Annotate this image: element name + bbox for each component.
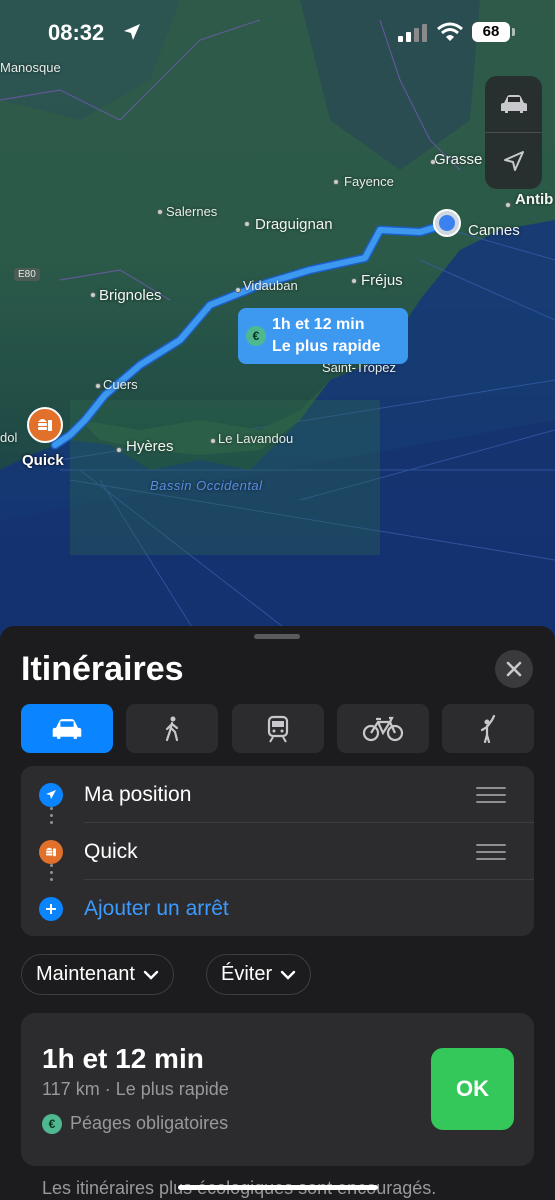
- place-dot: [235, 287, 241, 293]
- place-label: Antib: [515, 191, 554, 208]
- stop-label: Ma position: [84, 783, 192, 806]
- place-dot: [333, 179, 339, 185]
- plus-icon: [39, 897, 63, 921]
- place-label: Cuers: [103, 377, 138, 392]
- mode-walk-button[interactable]: [126, 704, 218, 753]
- mode-car-button[interactable]: [21, 704, 113, 753]
- car-icon: [500, 95, 527, 113]
- cellular-signal-icon: [398, 24, 427, 42]
- location-arrow-icon: [39, 783, 63, 807]
- place-label: Salernes: [166, 204, 218, 219]
- route-callout-duration: 1h et 12 min: [272, 316, 365, 333]
- directions-sheet: Itinéraires Ma position Quick Ajouter un…: [0, 626, 555, 1200]
- locate-me-button[interactable]: [485, 133, 542, 189]
- place-label: dol: [0, 430, 18, 445]
- departure-time-dropdown[interactable]: Maintenant: [21, 954, 174, 995]
- toll-euro-icon: €: [246, 326, 266, 346]
- car-icon: [52, 718, 82, 739]
- route-details: 117 km · Le plus rapide: [42, 1079, 229, 1099]
- avoid-label: Éviter: [221, 963, 273, 985]
- place-dot: [116, 447, 122, 453]
- add-stop-button[interactable]: Ajouter un arrêt: [21, 880, 534, 937]
- restaurant-pin-icon[interactable]: [27, 407, 63, 443]
- destination-label: Quick: [22, 452, 64, 469]
- place-label: Fréjus: [361, 272, 403, 289]
- drive-view-button[interactable]: [485, 76, 542, 132]
- place-label: Hyères: [126, 438, 174, 455]
- route-callout[interactable]: € 1h et 12 min Le plus rapide: [238, 308, 408, 364]
- place-dot: [505, 202, 511, 208]
- mode-transit-button[interactable]: [232, 704, 324, 753]
- map-view[interactable]: Manosque Grasse Fayence Salernes Draguig…: [0, 0, 555, 640]
- toll-euro-icon: €: [42, 1113, 62, 1134]
- place-dot: [95, 383, 101, 389]
- status-bar: 08:32 68: [0, 0, 555, 64]
- status-time: 08:32: [48, 20, 105, 45]
- route-duration: 1h et 12 min: [42, 1043, 204, 1074]
- reorder-handle-icon[interactable]: [476, 787, 506, 808]
- toll-label: Péages obligatoires: [70, 1113, 229, 1133]
- place-label: Cannes: [468, 222, 520, 239]
- restaurant-icon: [39, 840, 63, 864]
- place-dot: [351, 278, 357, 284]
- chevron-down-icon: [143, 970, 159, 980]
- sea-label: Bassin Occidental: [150, 478, 263, 493]
- mode-bike-button[interactable]: [337, 704, 429, 753]
- route-stops-list: Ma position Quick Ajouter un arrêt: [21, 766, 534, 936]
- mode-rideshare-button[interactable]: [442, 704, 534, 753]
- place-dot: [244, 221, 250, 227]
- route-option-card[interactable]: 1h et 12 min 117 km · Le plus rapide € P…: [21, 1013, 534, 1166]
- close-icon: [506, 661, 522, 677]
- place-label: Le Lavandou: [218, 431, 294, 446]
- chevron-down-icon: [280, 970, 296, 980]
- place-label: Vidauban: [243, 278, 298, 293]
- home-indicator[interactable]: [178, 1185, 378, 1190]
- location-services-icon: [124, 24, 140, 40]
- go-button[interactable]: OK: [431, 1048, 514, 1130]
- add-stop-label: Ajouter un arrêt: [84, 897, 229, 920]
- place-dot: [430, 159, 436, 165]
- stop-row-origin[interactable]: Ma position: [21, 766, 534, 823]
- walk-icon: [165, 716, 179, 741]
- rideshare-icon: [480, 714, 496, 743]
- close-button[interactable]: [495, 650, 533, 688]
- bike-icon: [362, 716, 404, 741]
- place-dot: [157, 209, 163, 215]
- stop-label: Quick: [84, 840, 138, 863]
- map-controls: [485, 76, 542, 189]
- stop-row-destination[interactable]: Quick: [21, 823, 534, 880]
- origin-marker[interactable]: [433, 209, 461, 237]
- route-callout-tag: Le plus rapide: [272, 338, 381, 355]
- battery-indicator: 68: [472, 22, 510, 42]
- sheet-title: Itinéraires: [21, 650, 184, 688]
- reorder-handle-icon[interactable]: [476, 844, 506, 865]
- battery-tip: [512, 28, 515, 36]
- place-dot: [90, 292, 96, 298]
- place-dot: [210, 438, 216, 444]
- departure-time-label: Maintenant: [36, 963, 135, 985]
- road-badge: E80: [14, 268, 40, 281]
- avoid-dropdown[interactable]: Éviter: [206, 954, 312, 995]
- location-arrow-icon: [503, 151, 524, 171]
- toll-notice: € Péages obligatoires: [42, 1113, 228, 1134]
- sheet-grabber[interactable]: [254, 634, 300, 639]
- place-label: Draguignan: [255, 216, 333, 233]
- wifi-icon: [437, 22, 463, 41]
- transit-icon: [267, 715, 289, 743]
- place-label: Brignoles: [99, 287, 162, 304]
- place-label: Fayence: [344, 174, 394, 189]
- place-label: Grasse: [434, 151, 483, 168]
- transport-mode-selector: [21, 704, 534, 753]
